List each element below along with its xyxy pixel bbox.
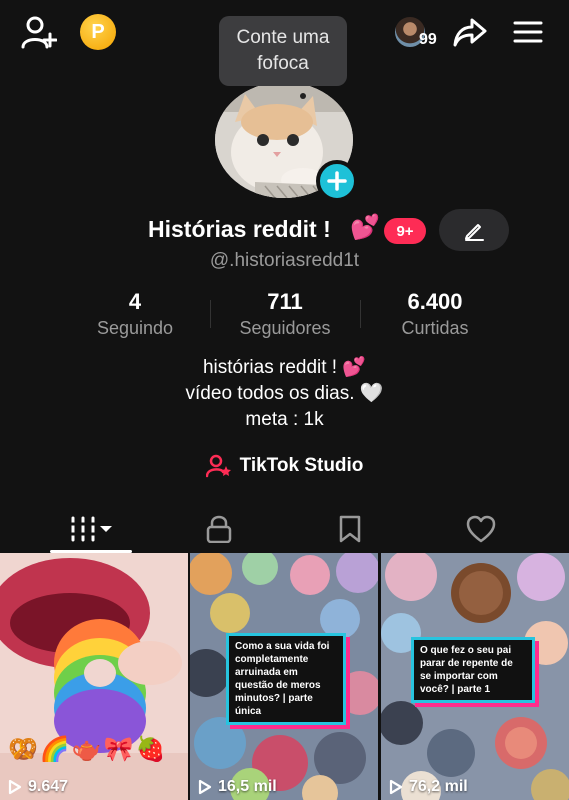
menu-button[interactable]	[510, 14, 546, 50]
profile-stats: 4 Seguindo 711 Seguidores 6.400 Curtidas	[60, 288, 510, 344]
grid-icon	[70, 516, 112, 542]
add-friend-icon	[21, 16, 57, 49]
stat-followers[interactable]: 711 Seguidores	[210, 288, 360, 344]
view-count: 16,5 mil	[198, 778, 277, 796]
video-thumbnail[interactable]: Como a sua vida foi completamente arruin…	[190, 553, 378, 800]
video-caption: O que fez o seu pai parar de repente de …	[411, 637, 535, 703]
tab-videos[interactable]	[20, 505, 162, 553]
emoji-decoration: 🥨🌈🫖🎀🍓	[8, 736, 168, 763]
viewer-count: 99	[419, 31, 437, 48]
stat-following[interactable]: 4 Seguindo	[60, 288, 210, 344]
stat-label: Seguindo	[96, 318, 174, 338]
tiktok-studio-link[interactable]: TikTok Studio	[0, 452, 569, 480]
share-icon	[453, 18, 487, 47]
tab-saved[interactable]	[279, 505, 421, 553]
notification-badge[interactable]: 9+	[384, 218, 426, 244]
profile-bio: histórias reddit ! 💕 vídeo todos os dias…	[0, 355, 569, 433]
share-profile-button[interactable]	[452, 14, 488, 50]
play-icon	[389, 779, 403, 795]
video-caption: Como a sua vida foi completamente arruin…	[226, 633, 346, 725]
video-grid: 🥨🌈🫖🎀🍓 9.647 Como a sua vida foi completa…	[0, 553, 569, 800]
play-icon	[198, 779, 212, 795]
view-count-text: 9.647	[28, 778, 69, 795]
add-avatar-button[interactable]	[316, 160, 358, 202]
bio-line: vídeo todos os dias. 🤍	[185, 383, 384, 404]
stat-value: 4	[128, 289, 142, 314]
heart-icon	[466, 515, 496, 543]
hamburger-menu-icon	[513, 21, 543, 43]
bio-line: meta : 1k	[245, 409, 324, 430]
add-friend-button[interactable]	[20, 14, 58, 50]
tab-liked[interactable]	[410, 505, 552, 553]
video-thumbnail[interactable]: O que fez o seu pai parar de repente de …	[381, 553, 569, 800]
view-count: 9.647	[8, 778, 68, 796]
view-count: 76,2 mil	[389, 778, 468, 796]
coin-icon: P	[91, 20, 105, 43]
edit-profile-button[interactable]	[439, 209, 509, 251]
tooltip-bubble[interactable]: Conte uma fofoca	[219, 16, 347, 86]
stat-value: 6.400	[407, 289, 463, 314]
content-tabs	[0, 505, 569, 553]
plus-icon	[327, 171, 347, 191]
stat-label: Seguidores	[239, 318, 331, 338]
view-count-text: 16,5 mil	[218, 778, 277, 795]
lock-icon	[206, 515, 232, 543]
tab-private[interactable]	[148, 505, 290, 553]
studio-label: TikTok Studio	[239, 455, 364, 476]
username-handle: @.historiasredd1t	[209, 250, 360, 271]
view-count-text: 76,2 mil	[409, 778, 468, 795]
display-name: Histórias reddit !	[148, 216, 331, 242]
bio-line: histórias reddit ! 💕	[202, 357, 367, 378]
profile-viewers-button[interactable]: 99	[393, 13, 445, 51]
stat-label: Curtidas	[401, 318, 469, 338]
stat-likes[interactable]: 6.400 Curtidas	[360, 288, 510, 344]
video-thumbnail[interactable]: 🥨🌈🫖🎀🍓 9.647	[0, 553, 188, 800]
heart-emoji: 💕	[350, 214, 380, 241]
play-icon	[8, 779, 22, 795]
studio-icon	[205, 454, 231, 478]
bookmark-icon	[339, 515, 361, 543]
stat-value: 711	[267, 289, 303, 314]
pencil-icon	[465, 224, 484, 241]
coins-button[interactable]: P	[80, 14, 116, 50]
name-row: Histórias reddit ! 💕 9+	[0, 207, 569, 253]
